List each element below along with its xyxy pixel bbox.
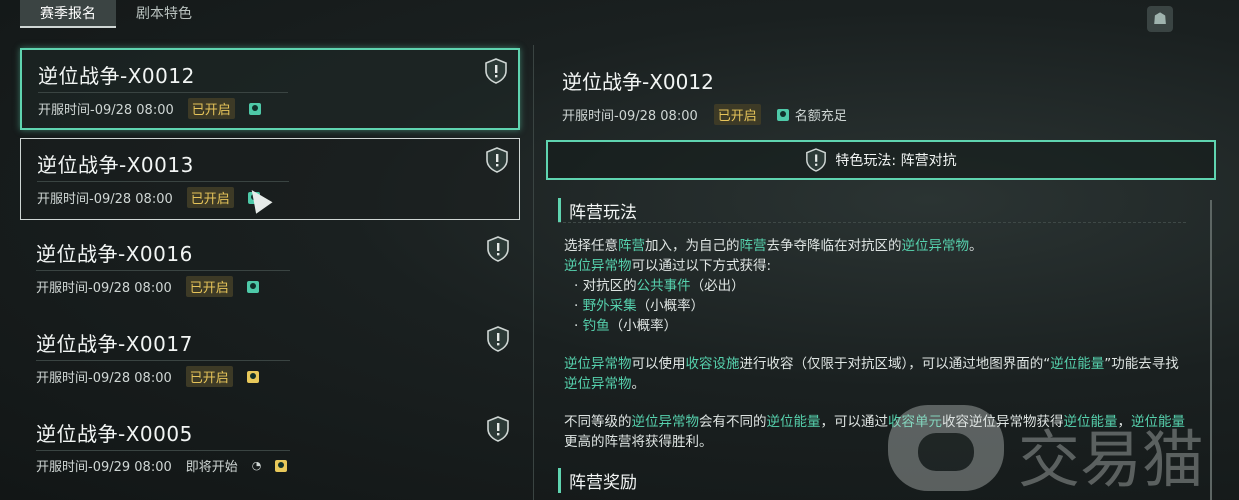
person-icon bbox=[246, 280, 259, 293]
person-icon bbox=[275, 459, 288, 472]
person-icon bbox=[248, 102, 261, 115]
server-open-time: 开服时间-09/28 08:00 bbox=[36, 371, 172, 386]
server-name: 逆位战争-X0016 bbox=[36, 242, 193, 266]
person-icon bbox=[776, 108, 789, 121]
mask-icon[interactable]: ☗ bbox=[1147, 6, 1173, 32]
shield-icon bbox=[486, 147, 508, 173]
clock-icon: ◔ bbox=[251, 459, 262, 472]
camp-play-description: 选择任意阵营加入，为自己的阵营去争夺降临在对抗区的逆位异常物。 逆位异常物可以通… bbox=[564, 238, 983, 334]
server-card[interactable]: 逆位战争-X0012 开服时间-09/28 08:00 已开启 bbox=[20, 48, 520, 130]
section-title-camp-play: 阵营玩法 bbox=[558, 198, 637, 223]
server-open-time: 开服时间-09/28 08:00 bbox=[38, 103, 174, 118]
watermark-logo: 交易猫 bbox=[888, 395, 1224, 496]
section-title-camp-rewards: 阵营奖励 bbox=[558, 468, 637, 493]
shield-icon bbox=[806, 148, 827, 172]
detail-open-time: 开服时间-09/28 08:00 bbox=[562, 109, 698, 124]
divider bbox=[36, 270, 290, 271]
server-name: 逆位战争-X0012 bbox=[38, 64, 195, 88]
tab-bar: 赛季报名 剧本特色 bbox=[20, 0, 212, 28]
shield-icon bbox=[485, 58, 507, 84]
server-open-time: 开服时间-09/29 08:00 bbox=[36, 460, 172, 475]
feature-label: 特色玩法: 阵营对抗 bbox=[835, 153, 957, 169]
server-card[interactable]: 逆位战争-X0005 开服时间-09/29 08:00 即将开始 ◔ bbox=[20, 408, 520, 490]
detail-status-badge: 已开启 bbox=[713, 104, 761, 125]
shield-icon bbox=[487, 236, 509, 262]
containment-description: 逆位异常物可以使用收容设施进行收容（仅限于对抗区域），可以通过地图界面的“逆位能… bbox=[564, 356, 1179, 392]
section-divider bbox=[558, 222, 1186, 224]
server-name: 逆位战争-X0005 bbox=[36, 422, 193, 446]
divider bbox=[38, 92, 288, 93]
server-list: 逆位战争-X0012 开服时间-09/28 08:00 已开启 逆位战争-X00… bbox=[20, 48, 520, 498]
server-open-time: 开服时间-09/28 08:00 bbox=[37, 192, 173, 207]
detail-quota: 名额充足 bbox=[794, 109, 847, 124]
shield-icon bbox=[487, 326, 509, 352]
feature-banner[interactable]: 特色玩法: 阵营对抗 bbox=[546, 140, 1216, 180]
status-badge: 已开启 bbox=[185, 366, 233, 387]
server-card[interactable]: 逆位战争-X0013 开服时间-09/28 08:00 已开启 bbox=[20, 138, 520, 220]
status-badge: 已开启 bbox=[185, 276, 233, 297]
divider bbox=[36, 450, 290, 451]
shield-icon bbox=[487, 416, 509, 442]
server-name: 逆位战争-X0017 bbox=[36, 332, 193, 356]
tab-script-features[interactable]: 剧本特色 bbox=[116, 0, 212, 28]
server-card[interactable]: 逆位战争-X0017 开服时间-09/28 08:00 已开启 bbox=[20, 318, 520, 400]
status-badge: 已开启 bbox=[187, 98, 235, 119]
detail-server-name: 逆位战争-X0012 bbox=[562, 70, 714, 94]
server-name: 逆位战争-X0013 bbox=[37, 153, 194, 177]
cat-logo-icon bbox=[888, 405, 1004, 491]
panel-divider bbox=[533, 45, 534, 500]
tab-season-signup[interactable]: 赛季报名 bbox=[20, 0, 116, 28]
server-open-time: 开服时间-09/28 08:00 bbox=[36, 281, 172, 296]
divider bbox=[36, 360, 290, 361]
divider bbox=[37, 181, 289, 182]
watermark-text: 交易猫 bbox=[1018, 423, 1205, 496]
status-badge: 即将开始 bbox=[185, 460, 238, 475]
server-card[interactable]: 逆位战争-X0016 开服时间-09/28 08:00 已开启 bbox=[20, 228, 520, 310]
person-icon bbox=[246, 370, 259, 383]
status-badge: 已开启 bbox=[186, 187, 234, 208]
